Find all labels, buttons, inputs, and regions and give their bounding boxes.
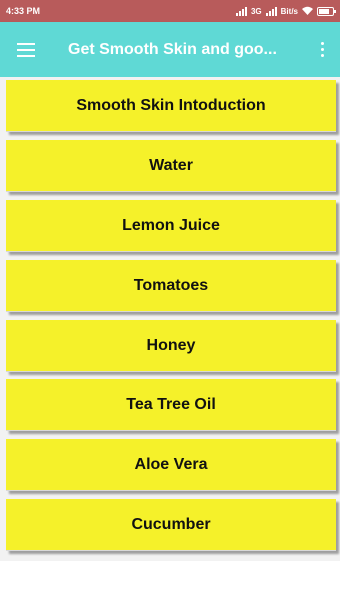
status-time: 4:33 PM [6, 6, 41, 16]
topic-button-smooth-skin-introduction[interactable]: Smooth Skin Intoduction [6, 80, 336, 132]
topic-button-tomatoes[interactable]: Tomatoes [6, 260, 336, 312]
hamburger-menu-icon[interactable] [6, 22, 46, 77]
topic-list: Smooth Skin Intoduction Water Lemon Juic… [0, 77, 340, 561]
signal-icon [235, 6, 247, 16]
more-options-icon[interactable] [304, 22, 340, 77]
bottom-area [0, 561, 340, 606]
topic-button-lemon-juice[interactable]: Lemon Juice [6, 200, 336, 252]
battery-icon [317, 6, 336, 16]
topic-button-honey[interactable]: Honey [6, 320, 336, 372]
network-type: 3G [250, 6, 262, 16]
signal-icon-secondary [265, 6, 277, 16]
topic-button-aloe-vera[interactable]: Aloe Vera [6, 439, 336, 491]
status-bar: 4:33 PM 3G Bit/s [0, 0, 340, 22]
wifi-icon [302, 6, 313, 17]
topic-button-tea-tree-oil[interactable]: Tea Tree Oil [6, 379, 336, 431]
status-icons: 3G Bit/s [235, 6, 336, 17]
network-speed: Bit/s [280, 6, 298, 16]
app-bar: Get Smooth Skin and goo... [0, 22, 340, 77]
topic-button-cucumber[interactable]: Cucumber [6, 499, 336, 551]
app-title: Get Smooth Skin and goo... [68, 40, 277, 58]
topic-button-water[interactable]: Water [6, 140, 336, 192]
